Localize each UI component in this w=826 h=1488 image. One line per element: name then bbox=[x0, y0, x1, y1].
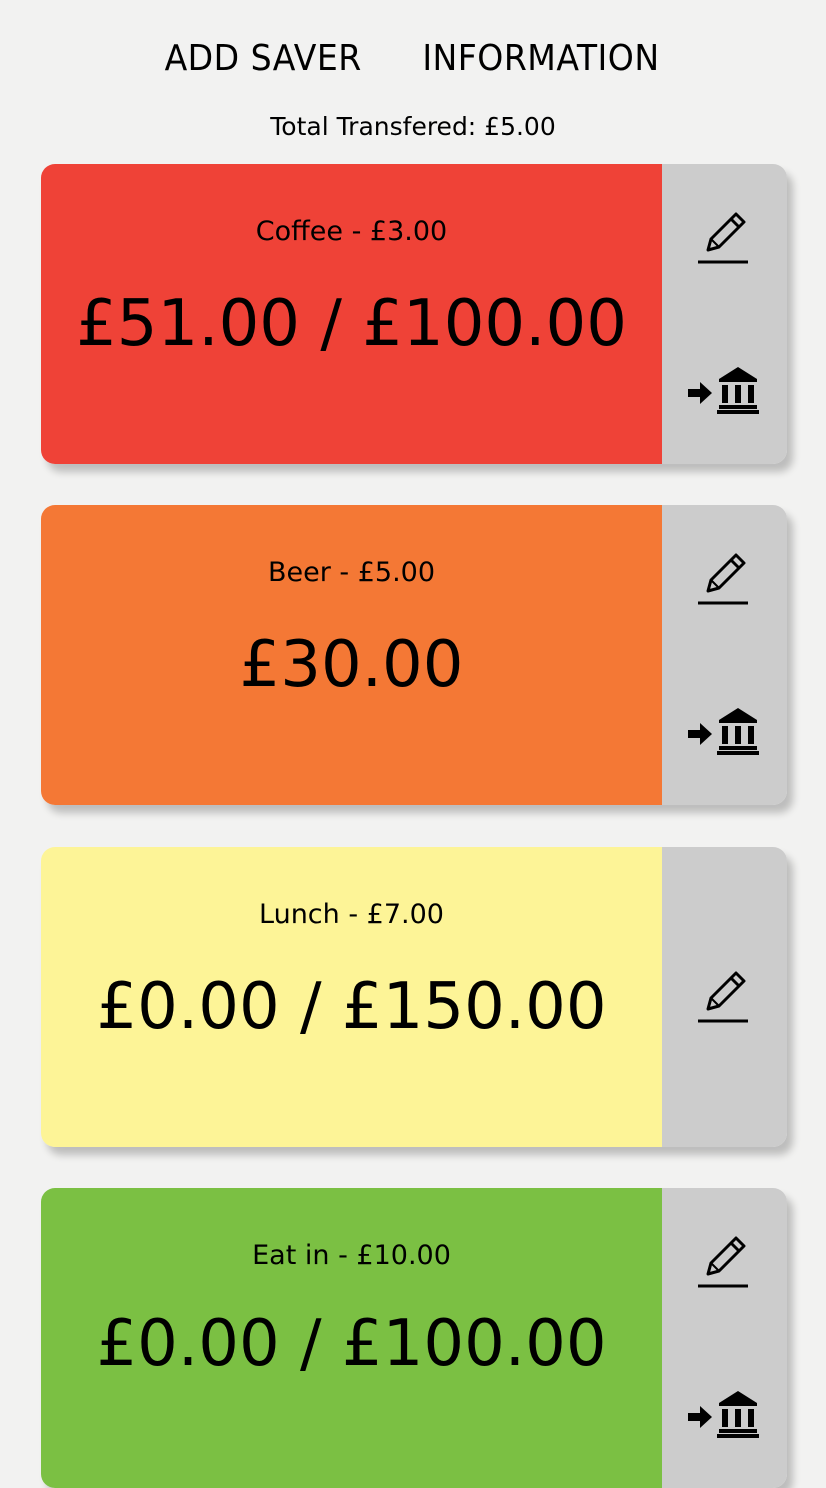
saver-card-body[interactable]: Lunch - £7.00 £0.00 / £150.00 bbox=[41, 847, 662, 1147]
pencil-icon[interactable] bbox=[694, 965, 752, 1027]
saver-card-coffee: Coffee - £3.00 £51.00 / £100.00 bbox=[41, 164, 787, 464]
saver-label: Coffee - £3.00 bbox=[255, 216, 448, 247]
saver-actions bbox=[662, 847, 787, 1147]
saver-amount: £0.00 / £100.00 bbox=[96, 1307, 607, 1381]
saver-label: Eat in - £10.00 bbox=[252, 1240, 451, 1271]
saver-card-body[interactable]: Coffee - £3.00 £51.00 / £100.00 bbox=[41, 164, 662, 464]
bank-transfer-icon[interactable] bbox=[688, 364, 760, 414]
saver-card-beer: Beer - £5.00 £30.00 bbox=[41, 505, 787, 805]
saver-card-body[interactable]: Beer - £5.00 £30.00 bbox=[41, 505, 662, 805]
add-saver-button[interactable]: ADD SAVER bbox=[165, 36, 362, 82]
saver-amount: £51.00 / £100.00 bbox=[76, 287, 627, 361]
saver-actions bbox=[662, 505, 787, 805]
saver-card-lunch: Lunch - £7.00 £0.00 / £150.00 bbox=[41, 847, 787, 1147]
information-button[interactable]: INFORMATION bbox=[423, 36, 660, 82]
top-navigation: ADD SAVER INFORMATION bbox=[0, 36, 826, 82]
pencil-icon[interactable] bbox=[694, 547, 752, 609]
saver-actions bbox=[662, 164, 787, 464]
bank-transfer-icon[interactable] bbox=[688, 705, 760, 755]
pencil-icon[interactable] bbox=[694, 1230, 752, 1292]
saver-card-eat-in: Eat in - £10.00 £0.00 / £100.00 bbox=[41, 1188, 787, 1488]
pencil-icon[interactable] bbox=[694, 206, 752, 268]
bank-transfer-icon[interactable] bbox=[688, 1388, 760, 1438]
saver-amount: £0.00 / £150.00 bbox=[96, 970, 607, 1044]
total-transferred: Total Transfered: £5.00 bbox=[270, 112, 556, 141]
saver-label: Lunch - £7.00 bbox=[259, 899, 444, 930]
saver-actions bbox=[662, 1188, 787, 1488]
saver-amount: £30.00 bbox=[239, 628, 464, 702]
saver-label: Beer - £5.00 bbox=[267, 557, 436, 588]
saver-card-body[interactable]: Eat in - £10.00 £0.00 / £100.00 bbox=[41, 1188, 662, 1488]
